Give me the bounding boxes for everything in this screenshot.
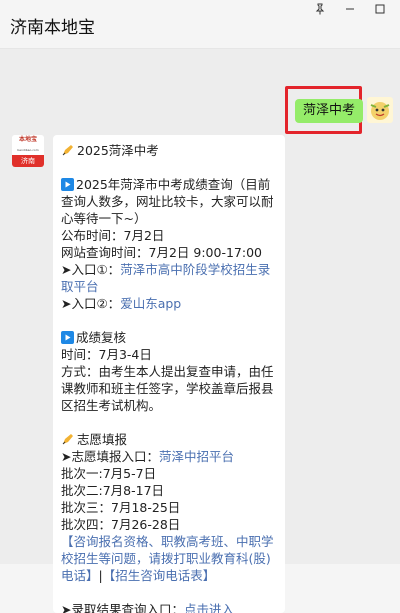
site-time: 网站查询时间：7月2日 9:00-17:00 (61, 245, 262, 260)
title-bar: 济南本地宝 (0, 0, 400, 49)
section1-title: 2025年菏泽市中考成绩查询（目前查询人数多，网址比较卡，大家可以耐心等待一下~… (61, 177, 274, 226)
result-link[interactable]: 点击进入 (184, 602, 234, 613)
avatar-domain: bendibao.com (17, 148, 39, 152)
play-icon (61, 331, 74, 344)
application-entry-line: ➤志愿填报入口：菏泽中招平台 (61, 449, 234, 464)
heading-line: 2025菏泽中考 (61, 142, 278, 159)
outgoing-message[interactable]: 菏泽中考 (295, 99, 364, 123)
consult-link-phone-table[interactable]: 【招生咨询电话表】 (103, 568, 216, 583)
avatar-brand: 本地宝 (12, 135, 44, 147)
review-method: 方式：由考生本人提出复查申请，由任课教师和班主任签字，学校盖章后报县区招生考试机… (61, 364, 274, 413)
result-line: ➤录取结果查询入口：点击进入 (61, 601, 278, 613)
pencil-hand-icon (61, 143, 75, 157)
batch4: 批次四：7月26-28日 (61, 517, 181, 532)
pin-icon[interactable] (312, 2, 328, 16)
consult-line: 【咨询报名资格、职教高考班、中职学校招生等问题，请拨打职业教育科(股)电话】|【… (61, 534, 274, 583)
play-icon (61, 178, 74, 191)
heading-text: 2025菏泽中考 (77, 143, 159, 158)
entry2-line: ➤入口②：爱山东app (61, 296, 182, 311)
incoming-message: 2025菏泽中考 2025年菏泽市中考成绩查询（目前查询人数多，网址比较卡，大家… (53, 135, 285, 613)
minimize-icon[interactable] (342, 2, 358, 16)
batch2: 批次二:7月8-17日 (61, 483, 165, 498)
application-entry-link[interactable]: 菏泽中招平台 (159, 449, 234, 464)
review-time: 时间：7月3-4日 (61, 347, 152, 362)
chat-title: 济南本地宝 (10, 18, 95, 38)
user-avatar[interactable] (367, 97, 393, 123)
entry2-link[interactable]: 爱山东app (120, 296, 181, 311)
entry1-line: ➤入口①：菏泽市高中阶段学校招生录取平台 (61, 262, 271, 294)
bendibao-avatar[interactable]: 本地宝 bendibao.com 济南 (12, 135, 44, 167)
avatar-city: 济南 (12, 155, 44, 167)
pencil-hand-icon (61, 432, 75, 446)
maximize-icon[interactable] (372, 2, 388, 16)
section3-title: 志愿填报 (61, 431, 278, 448)
chat-area[interactable]: 菏泽中考 本地宝 bendibao.com 济南 2025菏泽中考 2025年菏… (0, 49, 400, 613)
section2-title: 成绩复核 (61, 329, 278, 346)
publish-time: 公布时间：7月2日 (61, 228, 165, 243)
batch1: 批次一:7月5-7日 (61, 466, 157, 481)
batch3: 批次三：7月18-25日 (61, 500, 181, 515)
